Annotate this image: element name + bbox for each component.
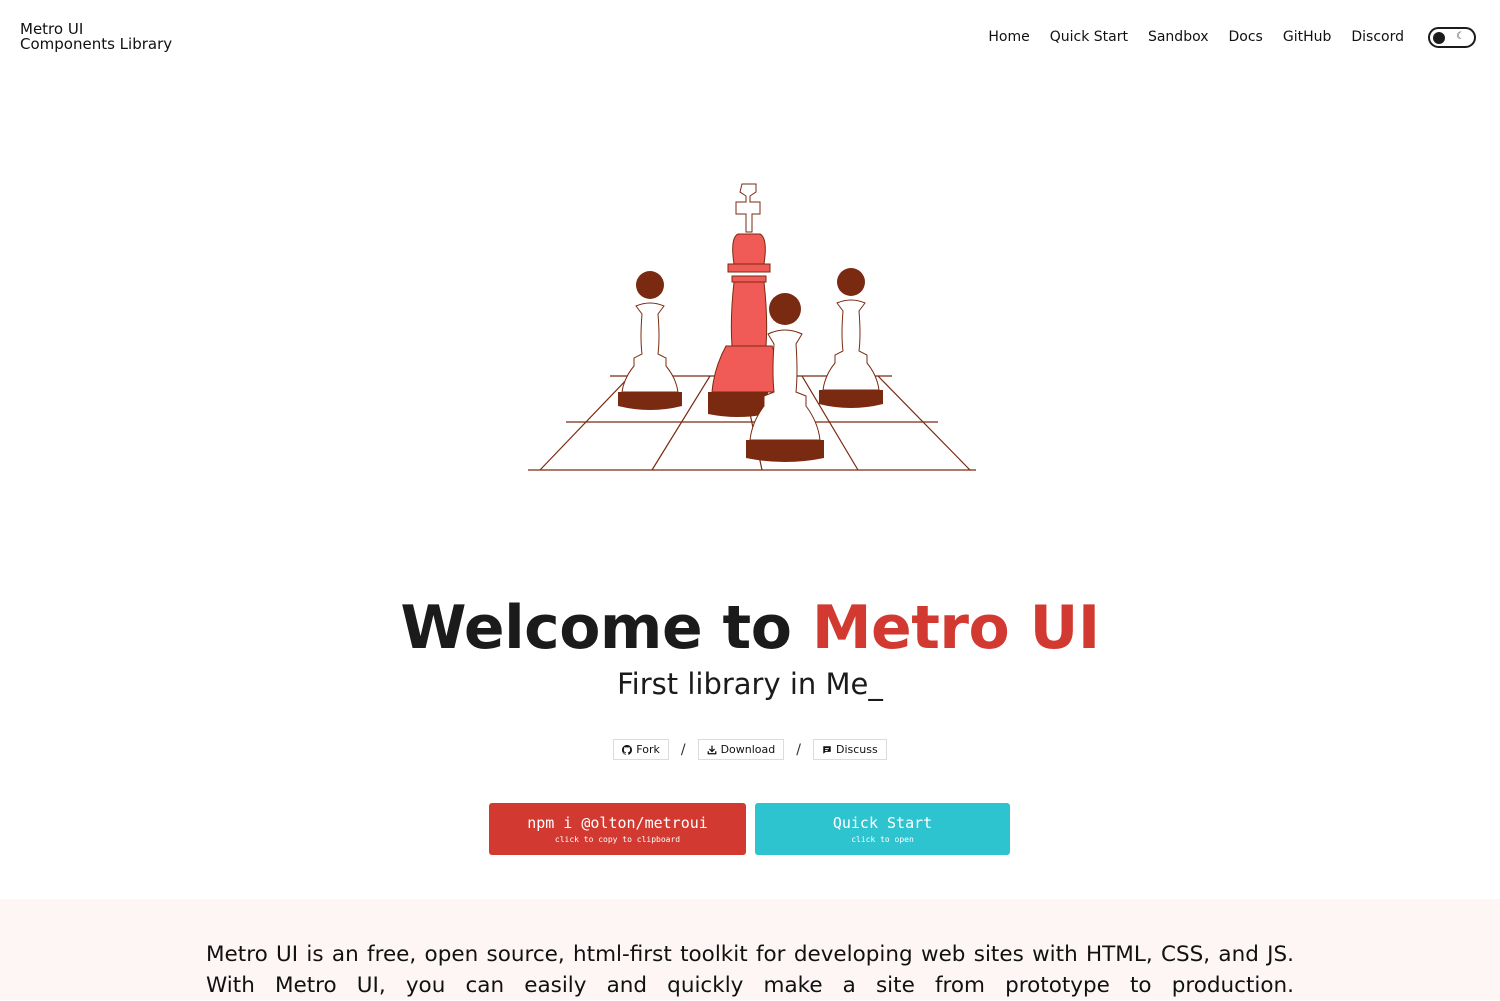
main-nav: Home Quick Start Sandbox Docs GitHub Dis…	[988, 29, 1404, 45]
theme-toggle[interactable]: ☾	[1428, 27, 1476, 48]
fork-chip[interactable]: Fork	[613, 739, 669, 760]
quick-start-button[interactable]: Quick Start click to open	[755, 803, 1010, 855]
intro-text: Metro UI is an free, open source, html-f…	[206, 942, 1294, 998]
pawn-right	[819, 268, 883, 408]
github-icon	[622, 744, 633, 755]
chip-separator: /	[680, 741, 686, 758]
discuss-label: Discuss	[835, 743, 878, 756]
brand-logo[interactable]: Metro UI Components Library	[20, 22, 172, 52]
npm-install-button[interactable]: npm i @olton/metroui click to copy to cl…	[489, 803, 746, 855]
discuss-chip[interactable]: Discuss	[812, 739, 887, 760]
download-icon	[707, 745, 716, 754]
pawn-left	[618, 271, 682, 410]
intro-section: Metro UI is an free, open source, html-f…	[0, 899, 1500, 1000]
download-label: Download	[720, 743, 776, 756]
npm-install-hint: click to copy to clipboard	[554, 835, 681, 844]
brand-subtitle: Components Library	[20, 35, 173, 53]
download-chip[interactable]: Download	[697, 739, 785, 760]
nav-quick-start[interactable]: Quick Start	[1050, 29, 1128, 45]
toggle-knob	[1433, 31, 1445, 44]
hero-title-prefix: Welcome to	[400, 593, 812, 663]
quick-start-label: Quick Start	[832, 814, 933, 832]
hero-title: Welcome to Metro UI	[0, 593, 1500, 663]
top-navbar: Metro UI Components Library Home Quick S…	[0, 0, 1500, 76]
link-chips: Fork / Download / Discuss	[0, 739, 1500, 760]
nav-sandbox[interactable]: Sandbox	[1148, 29, 1209, 45]
nav-home[interactable]: Home	[988, 29, 1029, 45]
fork-label: Fork	[636, 743, 660, 756]
chess-pieces-illustration	[528, 183, 976, 471]
chat-icon	[823, 745, 831, 754]
hero-subtitle: First library in Me_	[617, 667, 883, 701]
chip-separator: /	[796, 741, 801, 758]
nav-discord[interactable]: Discord	[1351, 29, 1404, 45]
hero-title-accent: Metro UI	[811, 593, 1100, 663]
moon-icon: ☾	[1456, 31, 1465, 42]
nav-docs[interactable]: Docs	[1229, 29, 1263, 45]
quick-start-hint: click to open	[851, 835, 914, 844]
nav-github[interactable]: GitHub	[1283, 29, 1332, 45]
npm-install-label: npm i @olton/metroui	[527, 814, 708, 832]
